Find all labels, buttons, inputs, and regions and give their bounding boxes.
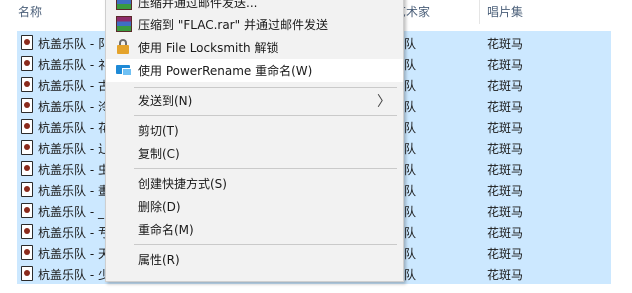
file-name: 杭盖乐队 - 畫 xyxy=(38,184,110,198)
file-name: 杭盖乐队 - 古 xyxy=(38,79,110,93)
lock-icon xyxy=(116,39,132,55)
file-name: 杭盖乐队 - 亐 xyxy=(38,226,110,240)
menu-item-send-to[interactable]: 发送到(N) 〉 xyxy=(106,89,403,112)
file-album: 花斑马 xyxy=(487,268,524,282)
menu-item-label: 发送到(N) xyxy=(138,94,193,108)
audio-file-icon xyxy=(21,56,33,71)
column-divider[interactable] xyxy=(479,0,480,24)
menu-item-create-shortcut[interactable]: 创建快捷方式(S) xyxy=(106,172,403,195)
audio-file-icon xyxy=(21,182,33,197)
file-artist: 队 xyxy=(404,79,417,93)
file-artist: 队 xyxy=(404,163,417,177)
file-album: 花斑马 xyxy=(487,100,524,114)
file-album: 花斑马 xyxy=(487,247,524,261)
audio-file-icon xyxy=(21,35,33,50)
winrar-icon xyxy=(116,0,132,10)
menu-item-label: 重命名(M) xyxy=(138,223,194,237)
menu-separator xyxy=(134,115,397,116)
menu-item-label: 使用 PowerRename 重命名(W) xyxy=(138,64,313,78)
powerrename-icon xyxy=(116,62,132,78)
menu-item-properties[interactable]: 属性(R) xyxy=(106,248,403,271)
file-name: 杭盖乐队 - 阝 xyxy=(38,37,110,51)
menu-item-power-rename[interactable]: 使用 PowerRename 重命名(W) xyxy=(106,59,403,82)
menu-item-delete[interactable]: 删除(D) xyxy=(106,195,403,218)
file-album: 花斑马 xyxy=(487,121,524,135)
file-artist: 队 xyxy=(404,100,417,114)
menu-item-compress-rar-email[interactable]: 压缩到 "FLAC.rar" 并通过邮件发送 xyxy=(106,13,403,36)
column-header-album[interactable]: 唱片集 xyxy=(487,3,523,20)
menu-separator xyxy=(134,244,397,245)
menu-item-file-locksmith[interactable]: 使用 File Locksmith 解锁 xyxy=(106,36,403,59)
menu-item-cut[interactable]: 剪切(T) xyxy=(106,119,403,142)
audio-file-icon xyxy=(21,203,33,218)
menu-item-label: 压缩并通过邮件发送... xyxy=(138,0,258,10)
file-artist: 队 xyxy=(404,184,417,198)
file-artist: 队 xyxy=(404,247,417,261)
file-artist: 队 xyxy=(404,37,417,51)
file-name: 杭盖乐队 - 天 xyxy=(38,247,110,261)
menu-separator xyxy=(134,87,397,88)
file-artist: 队 xyxy=(404,226,417,240)
menu-item-label: 使用 File Locksmith 解锁 xyxy=(138,41,279,55)
menu-item-compress-email[interactable]: 压缩并通过邮件发送... xyxy=(106,0,403,14)
file-album: 花斑马 xyxy=(487,58,524,72)
audio-file-icon xyxy=(21,77,33,92)
chevron-right-icon: 〉 xyxy=(377,94,391,110)
file-artist: 队 xyxy=(404,58,417,72)
audio-file-icon xyxy=(21,98,33,113)
menu-item-label: 创建快捷方式(S) xyxy=(138,177,227,191)
file-name: 杭盖乐队 - 花 xyxy=(38,121,110,135)
file-album: 花斑马 xyxy=(487,142,524,156)
menu-item-label: 复制(C) xyxy=(138,147,180,161)
file-name: 杭盖乐队 - 泠 xyxy=(38,100,110,114)
file-album: 花斑马 xyxy=(487,79,524,93)
menu-item-label: 删除(D) xyxy=(138,200,181,214)
file-name: 杭盖乐队 - _ xyxy=(38,205,104,219)
audio-file-icon xyxy=(21,161,33,176)
file-artist: 队 xyxy=(404,142,417,156)
file-artist: 队 xyxy=(404,268,417,282)
file-name: 杭盖乐队 - 辶 xyxy=(38,142,110,156)
audio-file-icon xyxy=(21,140,33,155)
audio-file-icon xyxy=(21,266,33,281)
context-menu: 压缩并通过邮件发送... 压缩到 "FLAC.rar" 并通过邮件发送 使用 F… xyxy=(105,0,404,282)
column-header-name[interactable]: 名称 xyxy=(18,3,42,20)
winrar-icon xyxy=(116,16,132,32)
file-album: 花斑马 xyxy=(487,184,524,198)
file-artist: 队 xyxy=(404,205,417,219)
audio-file-icon xyxy=(21,245,33,260)
file-name: 杭盖乐队 - 虫 xyxy=(38,163,110,177)
menu-separator xyxy=(134,168,397,169)
file-artist: 队 xyxy=(404,121,417,135)
menu-item-label: 属性(R) xyxy=(138,253,180,267)
audio-file-icon xyxy=(21,224,33,239)
menu-item-label: 剪切(T) xyxy=(138,124,179,138)
file-album: 花斑马 xyxy=(487,37,524,51)
audio-file-icon xyxy=(21,119,33,134)
file-album: 花斑马 xyxy=(487,205,524,219)
file-album: 花斑马 xyxy=(487,226,524,240)
file-name: 杭盖乐队 - 少 xyxy=(38,268,110,282)
menu-item-label: 压缩到 "FLAC.rar" 并通过邮件发送 xyxy=(138,18,328,32)
file-name: 杭盖乐队 - 礻 xyxy=(38,58,110,72)
menu-item-copy[interactable]: 复制(C) xyxy=(106,142,403,165)
file-album: 花斑马 xyxy=(487,163,524,177)
menu-item-rename[interactable]: 重命名(M) xyxy=(106,218,403,241)
